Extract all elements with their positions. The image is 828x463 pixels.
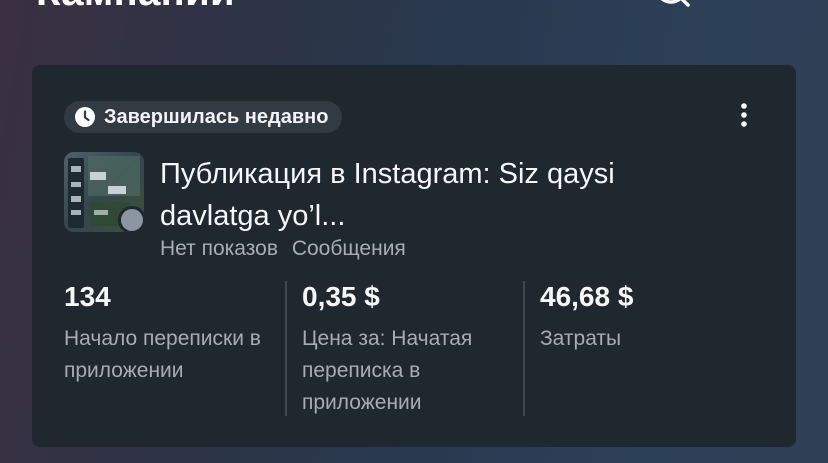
status-badge: Завершилась недавно [64,101,343,133]
metric-divider [285,281,287,416]
search-icon[interactable] [652,0,692,16]
grid-icon[interactable] [756,0,796,16]
metric-cost-per-result: 0,35 $ Цена за: Начатая переписка в прил… [302,281,524,416]
metric-spend: 46,68 $ Затраты [540,281,762,416]
campaign-card[interactable]: Завершилась недавно Публикация в Instagr… [32,65,796,447]
page-title: Кампании [36,0,235,15]
clock-icon [75,107,95,127]
campaign-meta: Нет показов Сообщения [160,237,406,261]
metric-label: Цена за: Начатая переписка в приложении [302,327,473,414]
metric-label: Затраты [540,327,622,350]
metric-value: 0,35 $ [302,281,380,312]
metric-conversations: 134 Начало переписки в приложении [64,281,286,416]
metric-label: Начало переписки в приложении [64,327,261,382]
metric-value: 46,68 $ [540,281,634,312]
metrics-row: 134 Начало переписки в приложении 0,35 $… [64,281,764,416]
campaign-title[interactable]: Публикация в Instagram: Siz qaysi davlat… [160,153,700,237]
campaign-objective: Сообщения [291,237,406,260]
status-label: Завершилась недавно [104,105,329,128]
delivery-status-dot [118,206,146,234]
metric-divider [523,281,525,416]
page-header: Кампании [0,0,828,60]
more-vertical-icon[interactable] [728,99,760,133]
metric-value: 134 [64,281,111,312]
delivery-status: Нет показов [160,237,278,260]
